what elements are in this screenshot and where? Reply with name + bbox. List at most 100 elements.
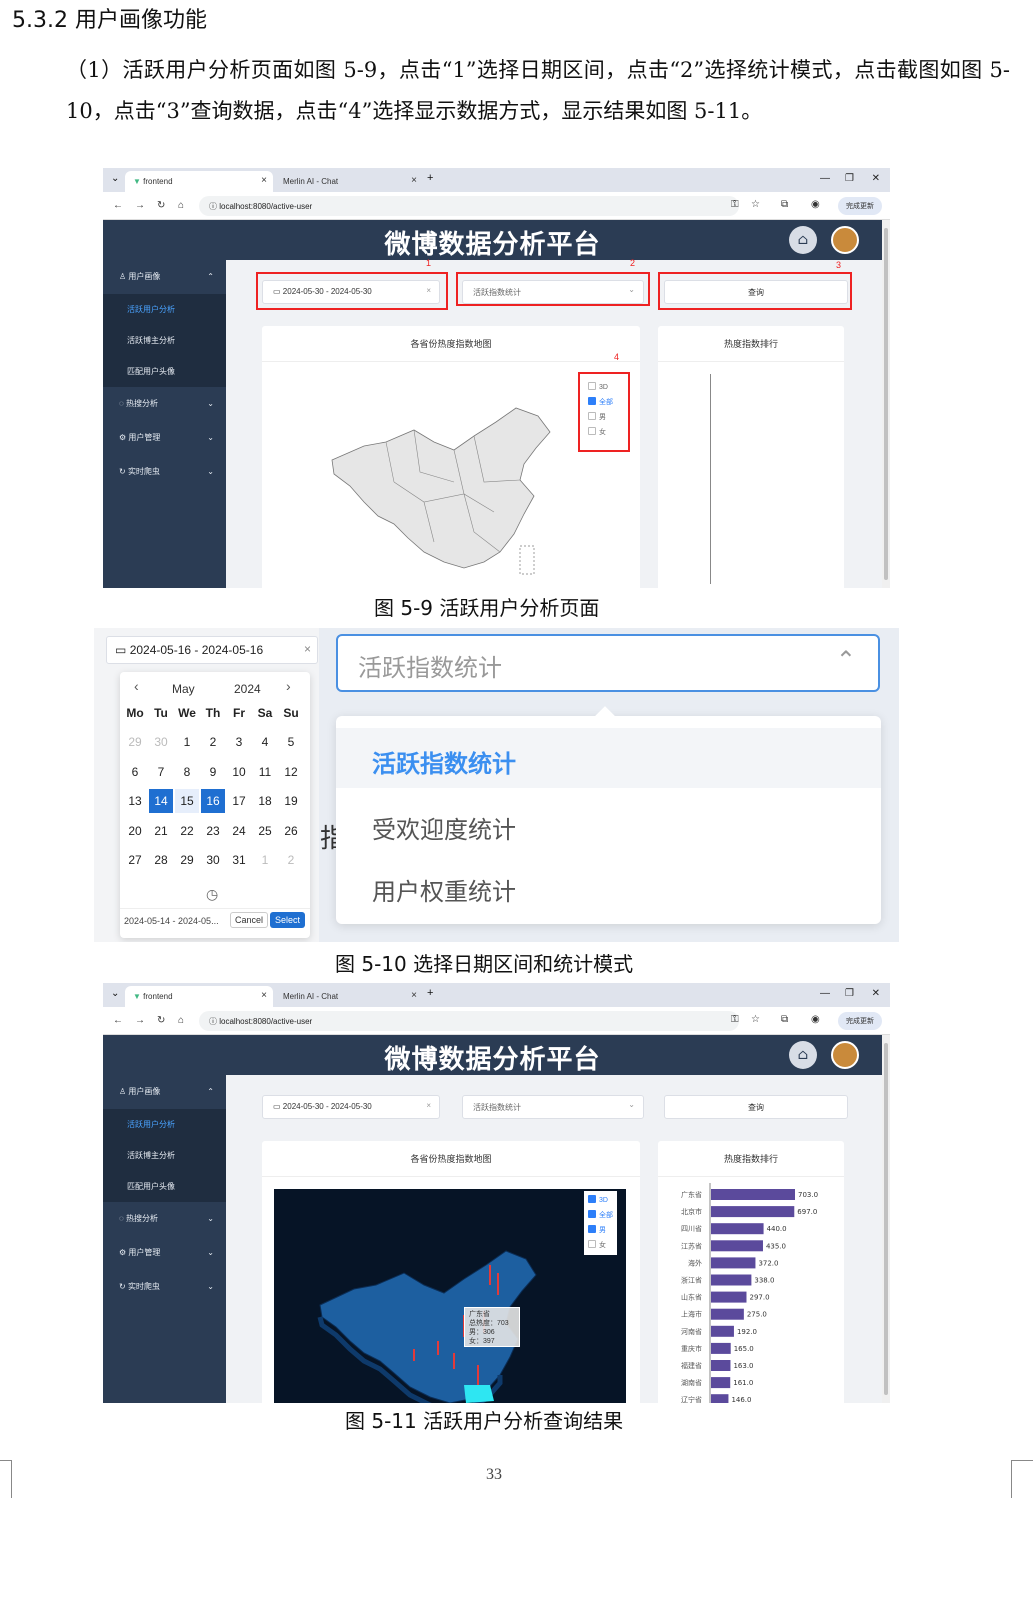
calendar-day[interactable]: 11 [253, 760, 277, 784]
scrollbar[interactable] [882, 1035, 890, 1403]
restore-icon[interactable]: ❐ [845, 173, 854, 184]
sidebar-item-active-blogger[interactable]: 活跃博主分析 [103, 325, 226, 356]
date-range-picker[interactable]: ▭ 2024-05-30 - 2024-05-30 × [262, 1095, 440, 1119]
forward-icon[interactable]: → [135, 200, 145, 211]
sidebar-item-hot-search[interactable]: ◌ 热搜分析 ⌄ [103, 387, 226, 421]
next-month-icon[interactable]: › [286, 678, 291, 694]
calendar-day[interactable]: 6 [123, 760, 147, 784]
legend-female[interactable]: 女 [588, 1238, 613, 1253]
calendar-day[interactable]: 7 [149, 760, 173, 784]
close-icon[interactable]: × [261, 990, 267, 1001]
scrollbar[interactable] [882, 220, 890, 588]
month-label[interactable]: May [172, 682, 195, 696]
date-range-picker[interactable]: ▭ 2024-05-16 - 2024-05-16 × [106, 636, 318, 664]
sidebar-item-user-profile[interactable]: ♙ 用户画像 ⌃ [103, 1075, 226, 1109]
legend-male[interactable]: 男 [588, 410, 613, 425]
legend-all[interactable]: 全部 [588, 395, 613, 410]
home-button[interactable]: ⌂ [789, 1041, 817, 1069]
calendar-day[interactable]: 1 [253, 848, 277, 872]
legend-all[interactable]: 全部 [588, 1208, 613, 1223]
calendar-day[interactable]: 23 [201, 819, 225, 843]
bar[interactable] [711, 1377, 731, 1389]
calendar-day[interactable]: 29 [175, 848, 199, 872]
new-tab-icon[interactable]: + [427, 172, 433, 184]
mode-select[interactable]: 活跃指数统计 ⌄ [462, 1095, 644, 1119]
minimize-icon[interactable]: — [820, 173, 830, 184]
option-popularity[interactable]: 受欢迎度统计 [336, 794, 881, 854]
sidebar-item-match-avatar[interactable]: 匹配用户头像 [103, 356, 226, 387]
tab-merlin[interactable]: Merlin AI - Chat × [275, 171, 423, 192]
sidebar-item-active-user[interactable]: 活跃用户分析 [103, 1109, 226, 1140]
sidebar-item-user-profile[interactable]: ♙ 用户画像 ⌃ [103, 260, 226, 294]
year-label[interactable]: 2024 [234, 682, 261, 696]
calendar-day[interactable]: 31 [227, 848, 251, 872]
tab-menu-icon[interactable]: ⌄ [111, 988, 119, 999]
avatar[interactable] [831, 1041, 859, 1069]
close-icon[interactable]: × [411, 990, 417, 1001]
legend-3d[interactable]: 3D [588, 1193, 613, 1208]
calendar-day[interactable]: 24 [227, 819, 251, 843]
calendar-day[interactable]: 3 [227, 730, 251, 754]
sidebar-item-user-mgmt[interactable]: ⚙ 用户管理 ⌄ [103, 1236, 226, 1270]
reload-icon[interactable]: ↻ [157, 1015, 165, 1026]
calendar-day[interactable]: 29 [123, 730, 147, 754]
calendar-day[interactable]: 22 [175, 819, 199, 843]
prev-month-icon[interactable]: ‹ [134, 678, 139, 694]
calendar-day[interactable]: 30 [149, 730, 173, 754]
calendar-day[interactable]: 19 [279, 789, 303, 813]
query-button[interactable]: 查询 [664, 1095, 848, 1119]
bar[interactable] [711, 1223, 764, 1235]
sidebar-item-crawler[interactable]: ↻ 实时爬虫 ⌄ [103, 455, 226, 489]
profile-icon[interactable]: ◉ [811, 1014, 820, 1025]
tab-frontend[interactable]: ▼ frontend × [125, 986, 273, 1007]
restore-icon[interactable]: ❐ [845, 988, 854, 999]
avatar[interactable] [831, 226, 859, 254]
back-icon[interactable]: ← [113, 200, 123, 211]
calendar-day[interactable]: 5 [279, 730, 303, 754]
bar[interactable] [711, 1360, 731, 1371]
sidebar-item-active-user[interactable]: 活跃用户分析 [103, 294, 226, 325]
calendar-day[interactable]: 14 [149, 789, 173, 813]
option-active-index[interactable]: 活跃指数统计 [336, 728, 881, 788]
legend-female[interactable]: 女 [588, 425, 613, 440]
tab-frontend[interactable]: ▼ frontend × [125, 171, 273, 192]
star-icon[interactable]: ☆ [751, 1014, 760, 1025]
bar[interactable] [711, 1240, 763, 1252]
home-icon[interactable]: ⌂ [178, 200, 184, 211]
bar[interactable] [711, 1189, 795, 1200]
close-window-icon[interactable]: ✕ [872, 988, 880, 999]
calendar-day[interactable]: 1 [175, 730, 199, 754]
star-icon[interactable]: ☆ [751, 199, 760, 210]
new-tab-icon[interactable]: + [427, 987, 433, 999]
forward-icon[interactable]: → [135, 1015, 145, 1026]
bar[interactable] [711, 1308, 744, 1320]
clear-icon[interactable]: × [426, 1101, 431, 1110]
extension-icon[interactable]: ⧉ [781, 199, 788, 210]
profile-icon[interactable]: ◉ [811, 199, 820, 210]
select-button[interactable]: Select [270, 912, 306, 928]
tab-merlin[interactable]: Merlin AI - Chat × [275, 986, 423, 1007]
calendar-day[interactable]: 25 [253, 819, 277, 843]
calendar-day[interactable]: 17 [227, 789, 251, 813]
cancel-button[interactable]: Cancel [230, 912, 269, 928]
sidebar-item-crawler[interactable]: ↻ 实时爬虫 ⌄ [103, 1270, 226, 1304]
sidebar-item-active-blogger[interactable]: 活跃博主分析 [103, 1140, 226, 1171]
calendar-day[interactable]: 8 [175, 760, 199, 784]
reload-icon[interactable]: ↻ [157, 200, 165, 211]
legend-3d[interactable]: 3D [588, 380, 613, 395]
url-field[interactable]: ⓘ localhost:8080/active-user [199, 196, 739, 216]
close-icon[interactable]: × [261, 175, 267, 186]
bar[interactable] [711, 1206, 795, 1218]
calendar-day[interactable]: 21 [149, 819, 173, 843]
calendar-day[interactable]: 15 [175, 789, 199, 813]
key-icon[interactable]: ⚿ [731, 199, 739, 210]
sidebar-item-hot-search[interactable]: ◌ 热搜分析 ⌄ [103, 1202, 226, 1236]
calendar-day[interactable]: 30 [201, 848, 225, 872]
close-window-icon[interactable]: ✕ [872, 173, 880, 184]
bar[interactable] [711, 1291, 747, 1303]
minimize-icon[interactable]: — [820, 988, 830, 999]
calendar-day[interactable]: 27 [123, 848, 147, 872]
url-field[interactable]: ⓘ localhost:8080/active-user [199, 1011, 739, 1031]
sidebar-item-match-avatar[interactable]: 匹配用户头像 [103, 1171, 226, 1202]
update-button[interactable]: 完成更新 [838, 197, 882, 215]
